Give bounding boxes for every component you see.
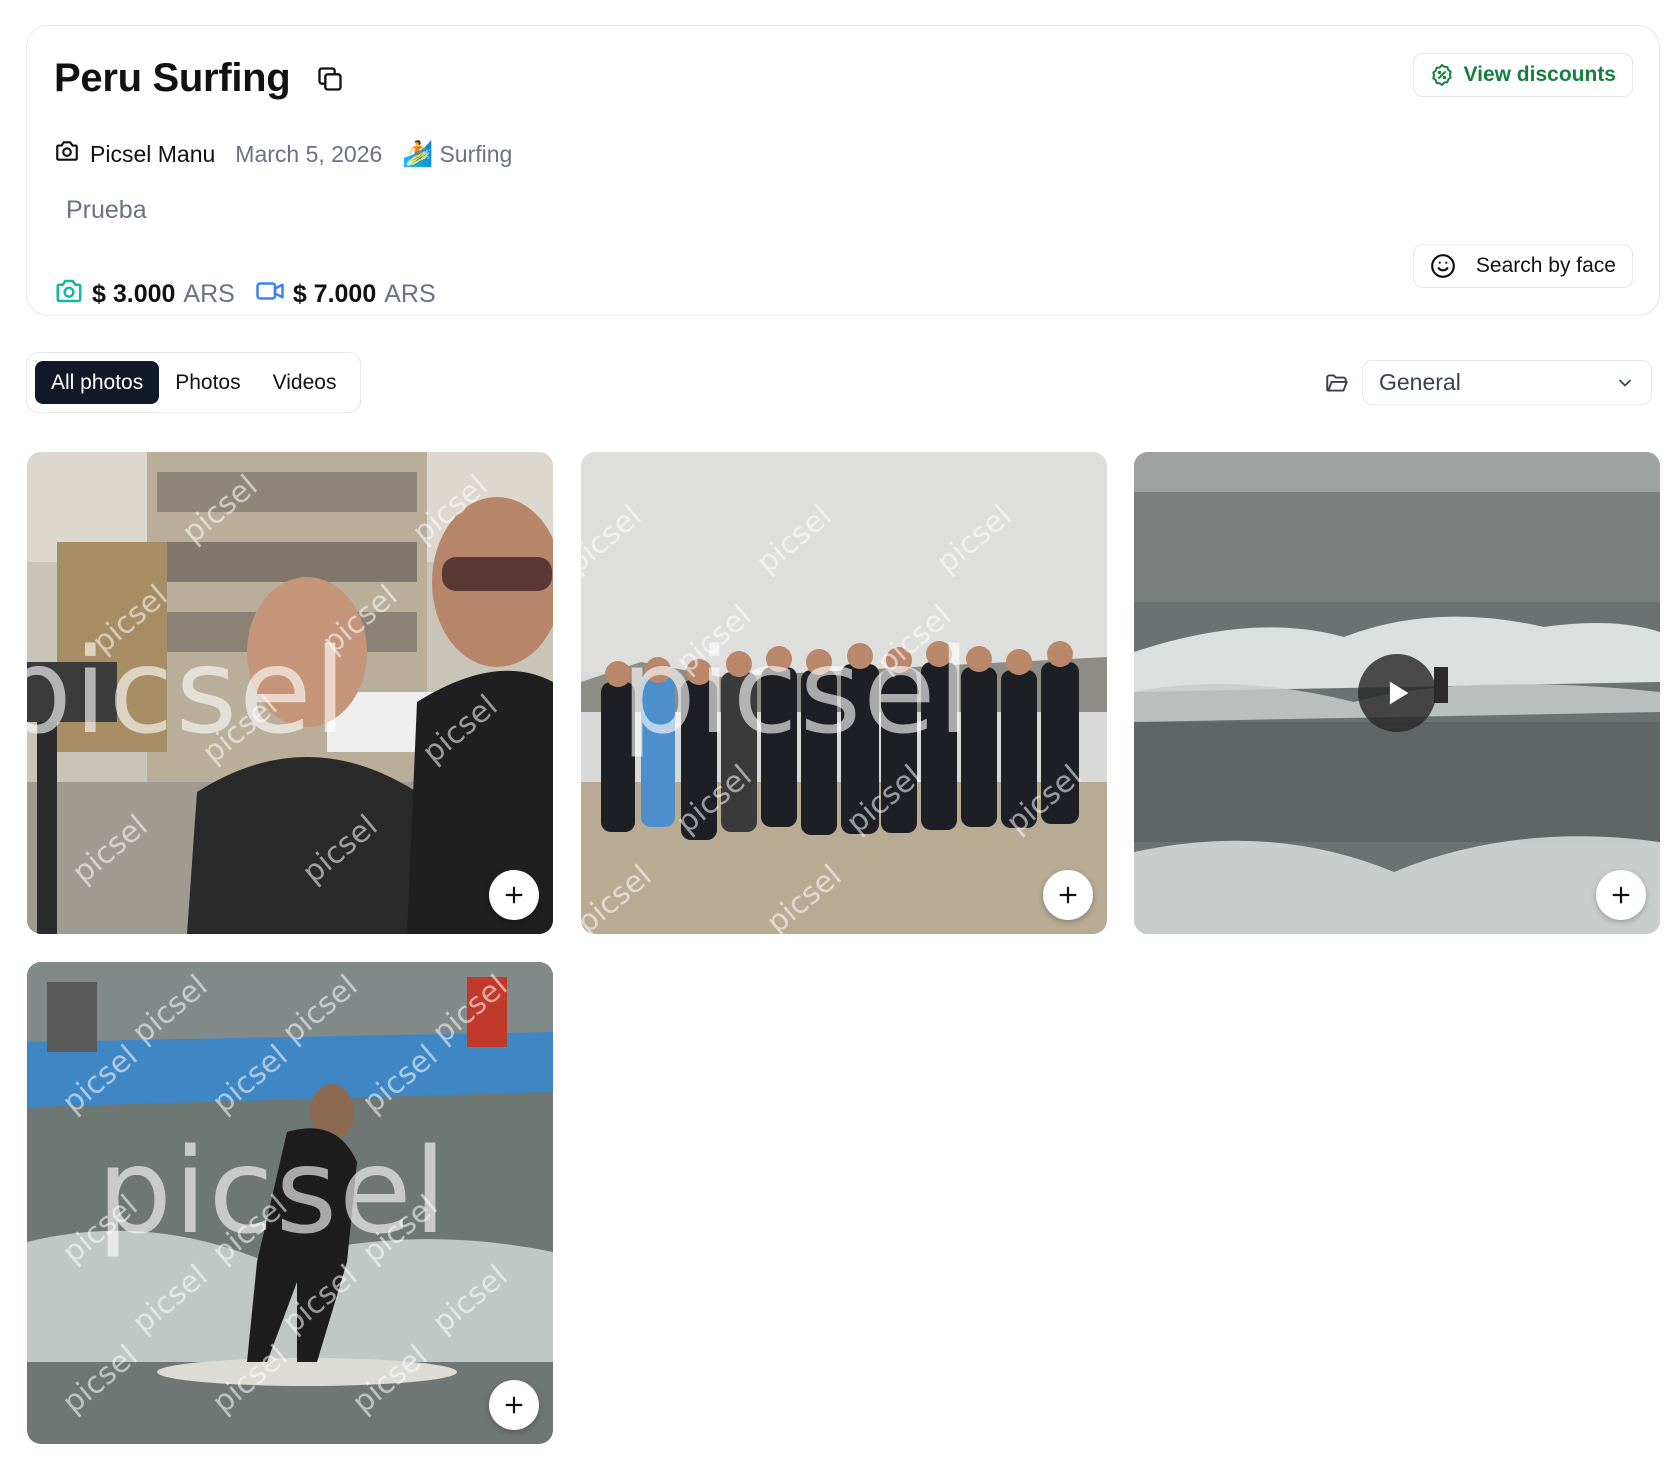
play-icon [1389,681,1409,705]
group-beach-photo [581,452,1107,934]
video-price-icon [255,276,285,313]
discount-badge-icon [1431,64,1452,86]
search-by-face-button[interactable]: Search by face [1412,244,1633,288]
video-price: $ 7.000 [292,280,377,308]
add-to-cart-button[interactable] [1596,870,1646,920]
album-select[interactable]: General [1362,360,1652,405]
sport-label: Surfing [439,140,513,167]
photo-price: $ 3.000 [92,280,176,308]
plus-icon [505,886,523,904]
photo-price-icon [54,276,84,313]
folder-icon [1322,368,1352,398]
event-meta: Picsel Manu March 5, 2026 🏄 Surfing [54,138,512,170]
gallery-item-photo[interactable]: picsel picsel picsel picsel picsel picse… [27,452,553,934]
plus-icon [1059,886,1077,904]
event-description: Prueba [66,196,147,224]
surfer-board-photo [27,962,553,1444]
add-to-cart-button[interactable] [489,870,539,920]
gallery-item-photo[interactable]: picsel picsel picsel picsel picsel picse… [27,962,553,1444]
photo-currency: ARS [183,280,235,308]
smiley-face-icon [1430,254,1455,278]
search-by-face-label: Search by face [1475,254,1616,277]
gallery-item-video[interactable] [1134,452,1660,934]
view-discounts-label: View discounts [1463,63,1617,86]
selfie-photo [27,452,553,934]
play-video-button[interactable] [1358,654,1436,732]
view-discounts-button[interactable]: View discounts [1412,53,1633,97]
surfing-icon: 🏄 [402,139,434,168]
event-card: Peru Surfing Picsel Manu March 5, 2026 🏄… [26,25,1660,316]
gallery-item-photo[interactable]: picsel picsel picsel picsel picsel picse… [581,452,1107,934]
chevron-down-icon [1619,379,1631,386]
video-currency: ARS [384,280,436,308]
title-row: Peru Surfing [54,56,346,101]
tab-all-photos[interactable]: All photos [35,361,160,404]
plus-icon [505,1396,523,1414]
price-row: $ 3.000 ARS $ 7.000 ARS [54,276,436,313]
add-to-cart-button[interactable] [1043,870,1093,920]
add-to-cart-button[interactable] [489,1380,539,1430]
tab-videos[interactable]: Videos [257,361,353,404]
album-filter: General [1322,360,1652,405]
event-title: Peru Surfing [54,56,291,100]
album-select-value: General [1379,369,1461,395]
event-date: March 5, 2026 [235,140,383,167]
camera-icon [54,138,80,170]
media-type-tabs: All photos Photos Videos [26,352,362,413]
copy-icon[interactable] [314,63,346,95]
photographer-name[interactable]: Picsel Manu [90,141,215,168]
tab-photos[interactable]: Photos [159,361,256,404]
plus-icon [1612,886,1630,904]
